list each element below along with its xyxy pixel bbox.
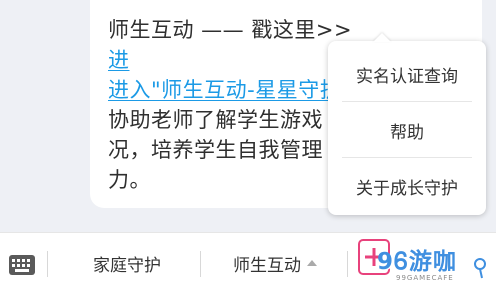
message-link-start[interactable]: 进 [108, 48, 130, 72]
menu-item-help[interactable]: 帮助 [328, 103, 486, 157]
tab-label: 家庭守护 [93, 255, 161, 276]
watermark-logo: 9Ꮾ游咖 99GAMECAFE [356, 236, 494, 288]
bar-divider [200, 251, 201, 277]
watermark-text: 9Ꮾ游咖 [377, 249, 457, 275]
message-prefix: 师生互动 —— 戳这里>> [108, 18, 353, 42]
caret-up-icon [307, 260, 317, 266]
popup-menu: 实名认证查询 帮助 关于成长守护 [328, 41, 486, 215]
keyboard-button[interactable] [0, 248, 44, 282]
watermark-subtext: 99GAMECAFE [396, 274, 454, 282]
keyboard-icon [9, 255, 35, 275]
tab-family-guard[interactable]: 家庭守护 [60, 248, 194, 278]
menu-divider [342, 101, 472, 102]
menu-divider [342, 157, 472, 158]
popup-caret [373, 33, 391, 42]
message-link[interactable]: 进入"师生互动-星星守护 [108, 78, 341, 102]
menu-item-realname-query[interactable]: 实名认证查询 [328, 47, 486, 101]
bar-divider [347, 251, 348, 277]
bar-divider [47, 251, 48, 277]
menu-item-about-growth-guard[interactable]: 关于成长守护 [328, 159, 486, 213]
tab-teacher-student[interactable]: 师生互动 [208, 248, 342, 278]
tab-label: 师生互动 [233, 255, 301, 276]
